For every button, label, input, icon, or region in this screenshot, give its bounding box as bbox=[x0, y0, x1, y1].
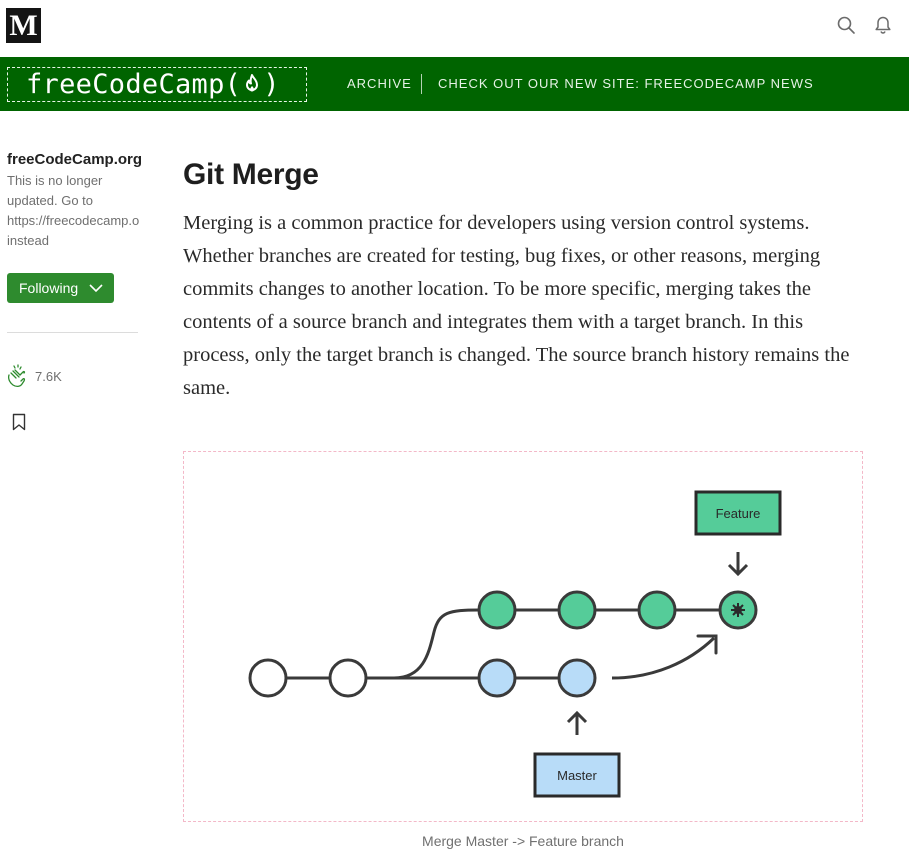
clap-icon[interactable] bbox=[4, 363, 30, 389]
publication-nav: freeCodeCamp( ) ARCHIVE CHECK OUT OUR NE… bbox=[0, 57, 909, 111]
description-link[interactable]: https://freecodecamp.org/news bbox=[7, 211, 139, 231]
feature-label: Feature bbox=[716, 506, 761, 521]
bell-icon[interactable] bbox=[873, 15, 893, 35]
description-line: updated. Go to bbox=[7, 193, 94, 208]
publication-name[interactable]: freeCodeCamp.org bbox=[7, 150, 147, 170]
nav-link-archive[interactable]: ARCHIVE bbox=[347, 57, 412, 111]
branch-curve bbox=[393, 608, 480, 680]
bookmark-icon[interactable] bbox=[12, 413, 26, 431]
feature-commit-node bbox=[477, 590, 517, 630]
article-paragraph: Merging is a common practice for develop… bbox=[183, 212, 850, 399]
following-button[interactable]: Following bbox=[7, 273, 114, 303]
nav-link-news[interactable]: CHECK OUT OUR NEW SITE: FREECODECAMP NEW… bbox=[438, 57, 814, 111]
brand-text: freeCodeCamp( bbox=[26, 69, 242, 100]
commit-node bbox=[328, 658, 368, 698]
flame-icon bbox=[246, 74, 259, 92]
description-line: This is no longer bbox=[7, 173, 103, 188]
top-bar: M bbox=[0, 0, 909, 57]
master-commit-node bbox=[557, 658, 597, 698]
medium-logo[interactable]: M bbox=[6, 8, 41, 43]
merge-diagram[interactable]: Feature Master bbox=[183, 451, 863, 822]
commit-node bbox=[248, 658, 288, 698]
article-title: Git Merge bbox=[183, 158, 319, 191]
figure-caption: Merge Master -> Feature branch bbox=[422, 833, 624, 849]
brand-text-close: ) bbox=[263, 69, 280, 100]
sidebar-divider bbox=[7, 332, 138, 333]
merge-diagram-svg: Feature Master bbox=[248, 490, 782, 798]
nav-divider bbox=[421, 74, 422, 94]
search-icon[interactable] bbox=[836, 15, 856, 35]
clap-count: 7.6K bbox=[35, 369, 62, 384]
publication-sidebar: freeCodeCamp.org This is no longer updat… bbox=[7, 150, 147, 431]
publication-description: This is no longer updated. Go to https:/… bbox=[7, 171, 139, 251]
freecodecamp-logo[interactable]: freeCodeCamp( ) bbox=[7, 67, 307, 102]
feature-commit-node bbox=[637, 590, 677, 630]
feature-commit-node bbox=[557, 590, 597, 630]
chevron-down-icon bbox=[89, 284, 103, 293]
merge-arrow-curve bbox=[611, 636, 716, 680]
master-commit-node bbox=[477, 658, 517, 698]
merge-star-icon bbox=[731, 603, 745, 617]
description-line: instead bbox=[7, 233, 49, 248]
master-label: Master bbox=[557, 768, 597, 783]
following-label: Following bbox=[19, 280, 79, 296]
